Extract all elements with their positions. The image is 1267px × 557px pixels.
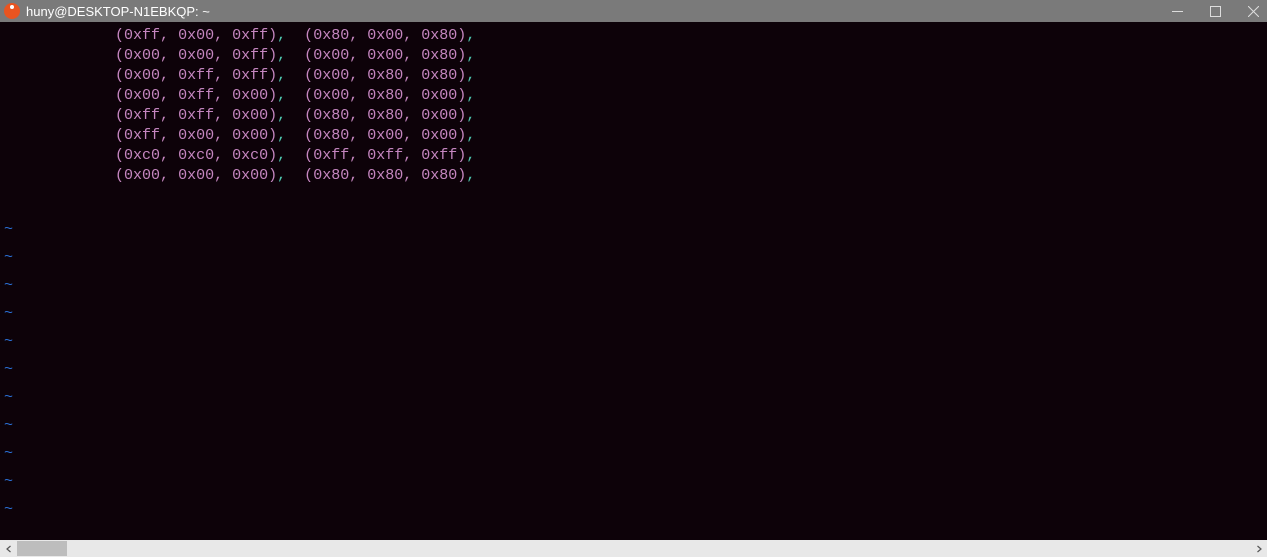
scroll-track[interactable] bbox=[17, 540, 1250, 557]
code-line: (0x00, 0xff, 0x00), (0x00, 0x80, 0x00), bbox=[0, 86, 1267, 106]
code-area: (0xff, 0x00, 0xff), (0x80, 0x00, 0x80),(… bbox=[0, 26, 1267, 186]
vim-empty-line: ~ bbox=[0, 300, 1267, 328]
vim-empty-line: ~ bbox=[0, 412, 1267, 440]
terminal-viewport[interactable]: (0xff, 0x00, 0xff), (0x80, 0x00, 0x80),(… bbox=[0, 22, 1267, 540]
ubuntu-icon bbox=[4, 3, 20, 19]
code-line: (0x00, 0xff, 0xff), (0x00, 0x80, 0x80), bbox=[0, 66, 1267, 86]
vim-empty-line: ~ bbox=[0, 496, 1267, 524]
horizontal-scrollbar[interactable] bbox=[0, 540, 1267, 557]
vim-empty-line: ~ bbox=[0, 216, 1267, 244]
vim-empty-line: ~ bbox=[0, 328, 1267, 356]
window-controls bbox=[1167, 1, 1263, 21]
vim-tildes: ~~~~~~~~~~~ bbox=[0, 216, 1267, 524]
vim-empty-line: ~ bbox=[0, 440, 1267, 468]
minimize-button[interactable] bbox=[1167, 1, 1187, 21]
maximize-button[interactable] bbox=[1205, 1, 1225, 21]
code-line: (0xff, 0x00, 0x00), (0x80, 0x00, 0x00), bbox=[0, 126, 1267, 146]
titlebar: huny@DESKTOP-N1EBKQP: ~ bbox=[0, 0, 1267, 22]
vim-empty-line: ~ bbox=[0, 468, 1267, 496]
code-line: (0xc0, 0xc0, 0xc0), (0xff, 0xff, 0xff), bbox=[0, 146, 1267, 166]
vim-empty-line: ~ bbox=[0, 272, 1267, 300]
window-title: huny@DESKTOP-N1EBKQP: ~ bbox=[26, 4, 1167, 19]
code-line: (0xff, 0xff, 0x00), (0x80, 0x80, 0x00), bbox=[0, 106, 1267, 126]
scroll-thumb[interactable] bbox=[17, 541, 67, 556]
scroll-right-arrow[interactable] bbox=[1250, 540, 1267, 557]
code-line: (0xff, 0x00, 0xff), (0x80, 0x00, 0x80), bbox=[0, 26, 1267, 46]
code-line: (0x00, 0x00, 0x00), (0x80, 0x80, 0x80), bbox=[0, 166, 1267, 186]
close-button[interactable] bbox=[1243, 1, 1263, 21]
scroll-left-arrow[interactable] bbox=[0, 540, 17, 557]
vim-empty-line: ~ bbox=[0, 384, 1267, 412]
vim-empty-line: ~ bbox=[0, 356, 1267, 384]
vim-empty-line: ~ bbox=[0, 244, 1267, 272]
code-line: (0x00, 0x00, 0xff), (0x00, 0x00, 0x80), bbox=[0, 46, 1267, 66]
